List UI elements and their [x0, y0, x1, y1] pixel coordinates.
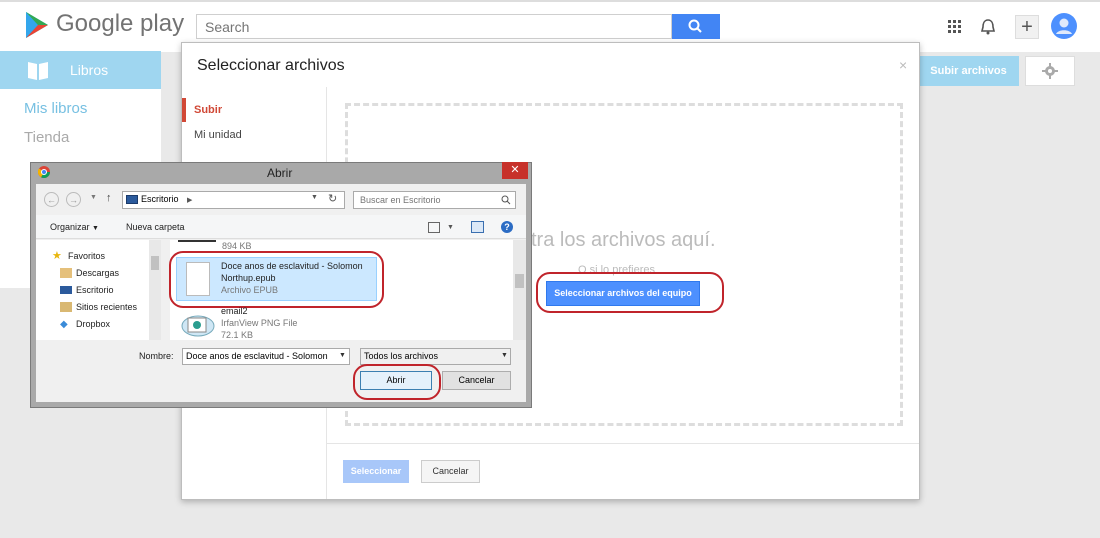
modal-select-button[interactable]: Seleccionar [343, 460, 409, 483]
name-label: Nombre: [139, 351, 174, 361]
forward-arrow-icon[interactable]: → [66, 192, 81, 207]
highlight-ring-open-button [353, 364, 441, 400]
nav-tienda[interactable]: Tienda [24, 129, 69, 146]
address-text: Escritorio [141, 194, 179, 204]
libros-label: Libros [70, 62, 109, 78]
file-name-input[interactable]: Doce anos de esclavitud - Solomon [182, 348, 350, 365]
organize-menu[interactable]: Organizar ▼ [50, 222, 99, 232]
preview-pane-icon[interactable] [471, 221, 484, 233]
recent-places-icon [60, 302, 72, 312]
gear-icon [1042, 63, 1058, 79]
dropbox-icon: ◆ [60, 319, 68, 330]
view-options-icon[interactable] [428, 222, 440, 233]
search-icon [688, 19, 702, 33]
search-files-input[interactable] [353, 191, 516, 209]
modal-close-icon[interactable]: × [899, 57, 907, 73]
modal-title: Seleccionar archivos [197, 57, 345, 74]
modal-cancel-button[interactable]: Cancelar [421, 460, 480, 483]
file-size: 72.1 KB [221, 330, 254, 340]
apps-grid-icon[interactable] [947, 19, 963, 35]
file-thumbnail [178, 240, 216, 242]
tree-item-escritorio[interactable]: Escritorio [76, 285, 114, 295]
name-dropdown-icon[interactable]: ▼ [339, 352, 346, 359]
bell-icon[interactable] [980, 18, 996, 36]
search-input[interactable] [196, 14, 672, 39]
file-type-select[interactable]: Todos los archivos [360, 348, 511, 365]
modal-footer-divider [327, 443, 919, 444]
address-dropdown-icon[interactable]: ▼ [311, 194, 318, 201]
dialog-title: Abrir [267, 166, 293, 180]
new-folder-button[interactable]: Nueva carpeta [126, 222, 185, 232]
account-avatar-icon[interactable] [1051, 13, 1077, 39]
up-arrow-icon[interactable]: ↑ [106, 192, 112, 204]
search-icon [501, 195, 511, 205]
file-type-value: Todos los archivos [364, 351, 439, 361]
file-list-scrollbar[interactable] [513, 240, 526, 340]
file-name-value: Doce anos de esclavitud - Solomon [186, 351, 328, 361]
desktop-icon [126, 195, 138, 204]
file-type: IrfanView PNG File [221, 318, 298, 328]
tab-subir[interactable]: Subir [194, 104, 222, 116]
image-file-icon [181, 315, 215, 337]
upload-files-button[interactable]: Subir archivos [918, 56, 1019, 86]
tree-item-descargas[interactable]: Descargas [76, 268, 119, 278]
back-arrow-icon[interactable]: ← [44, 192, 59, 207]
star-icon: ★ [52, 250, 62, 262]
chrome-icon [38, 166, 50, 178]
play-logo-icon[interactable] [24, 11, 50, 39]
tab-mi-unidad[interactable]: Mi unidad [194, 129, 242, 141]
highlight-ring-pick-button [536, 272, 724, 313]
chevron-right-icon[interactable]: ▶ [187, 197, 192, 204]
type-dropdown-icon[interactable]: ▼ [501, 352, 508, 359]
tree-item-dropbox[interactable]: Dropbox [76, 319, 110, 329]
desktop-icon [60, 286, 72, 294]
organize-label: Organizar [50, 222, 90, 232]
chevron-down-icon: ▼ [92, 225, 99, 232]
brand-name[interactable]: Google play [56, 10, 184, 38]
search-button[interactable] [672, 14, 720, 39]
tree-scrollbar[interactable] [149, 240, 161, 340]
settings-button[interactable] [1025, 56, 1075, 86]
book-icon [28, 62, 48, 80]
add-button[interactable]: + [1015, 15, 1039, 39]
file-size: 894 KB [222, 241, 252, 251]
dialog-cancel-button[interactable]: Cancelar [442, 371, 511, 390]
drop-zone-text: stra los archivos aquí. [521, 229, 716, 251]
active-tab-indicator [182, 98, 186, 122]
help-icon[interactable]: ? [501, 221, 513, 233]
tree-item-sitios-recientes[interactable]: Sitios recientes [76, 302, 137, 312]
refresh-icon[interactable]: ↻ [328, 192, 337, 205]
downloads-folder-icon [60, 268, 72, 278]
view-dropdown-icon[interactable]: ▼ [447, 224, 454, 231]
file-name: email2 [221, 306, 248, 316]
highlight-ring-selected-file [169, 251, 384, 308]
nav-mis-libros[interactable]: Mis libros [24, 100, 87, 117]
history-dropdown-icon[interactable]: ▼ [90, 194, 97, 201]
file-list-scrollbar-thumb[interactable] [515, 274, 524, 288]
favorites-header[interactable]: Favoritos [68, 251, 105, 261]
dialog-close-icon[interactable]: ✕ [502, 162, 528, 179]
tree-scrollbar-thumb[interactable] [151, 256, 159, 270]
